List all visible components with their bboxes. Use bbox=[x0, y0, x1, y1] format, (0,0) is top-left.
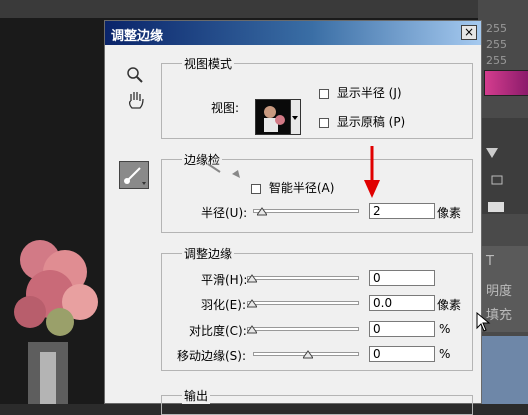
right-panel-value-3: 255 bbox=[486, 54, 507, 67]
right-panel-label-1: T bbox=[486, 254, 494, 269]
show-original-checkbox[interactable] bbox=[319, 117, 329, 128]
show-radius-checkbox[interactable] bbox=[319, 88, 329, 99]
close-icon: × bbox=[463, 25, 475, 39]
show-radius-option[interactable]: 显示半径 (J) bbox=[319, 84, 402, 101]
contrast-input[interactable]: 0 bbox=[369, 321, 435, 337]
grid-icon bbox=[491, 175, 503, 185]
show-original-label: 显示原稿 (P) bbox=[336, 115, 406, 129]
feather-label: 羽化(E): bbox=[201, 298, 246, 312]
layer-thumbnail-area bbox=[480, 336, 528, 404]
mouse-cursor-icon bbox=[476, 312, 491, 332]
adjust-edge-legend: 调整边缘 bbox=[182, 245, 235, 262]
view-mode-group: 视图模式 bbox=[161, 55, 473, 139]
flower-image bbox=[14, 240, 98, 404]
shift-edge-label: 移动边缘(S): bbox=[177, 349, 247, 363]
view-mode-legend: 视图模式 bbox=[182, 55, 235, 72]
shift-edge-input[interactable]: 0 bbox=[369, 346, 435, 362]
dialog-title: 调整边缘 bbox=[111, 29, 164, 44]
radius-slider-thumb[interactable] bbox=[257, 207, 267, 216]
shift-edge-unit: % bbox=[439, 347, 451, 361]
radius-unit: 像素 bbox=[437, 206, 462, 220]
panel-box-icon bbox=[488, 202, 504, 212]
radius-input[interactable]: 2 bbox=[369, 203, 435, 219]
output-legend: 输出 bbox=[182, 387, 211, 404]
contrast-unit: % bbox=[439, 322, 451, 336]
show-radius-label: 显示半径 (J) bbox=[336, 86, 402, 100]
refine-radius-tool[interactable] bbox=[119, 161, 149, 189]
view-label: 视图: bbox=[211, 101, 240, 115]
annotation-arrow bbox=[364, 146, 380, 198]
color-swatch[interactable] bbox=[484, 70, 528, 96]
panel-icons bbox=[486, 148, 504, 212]
smooth-input[interactable]: 0 bbox=[369, 270, 435, 286]
dialog-titlebar[interactable]: 调整边缘 × bbox=[105, 21, 481, 45]
refine-radius-brush-icon bbox=[124, 167, 146, 185]
feather-unit: 像素 bbox=[437, 298, 462, 312]
view-dropdown[interactable] bbox=[291, 99, 301, 135]
smart-radius-option[interactable]: 智能半径(A) bbox=[251, 179, 334, 196]
smooth-slider[interactable] bbox=[247, 276, 359, 280]
right-panel-label-2: 明度 bbox=[486, 284, 513, 299]
refine-edge-dialog: 调整边缘 × 视图模式 视图: 显示半径 (J) 显示原稿 (P) 边缘检 智能… bbox=[104, 20, 482, 415]
panel-controls bbox=[480, 118, 528, 214]
contrast-slider-thumb[interactable] bbox=[247, 325, 257, 334]
feather-slider[interactable] bbox=[247, 301, 359, 305]
hand-icon[interactable] bbox=[125, 89, 147, 111]
smart-radius-label: 智能半径(A) bbox=[268, 181, 335, 195]
top-strip bbox=[0, 0, 528, 18]
zoom-icon[interactable] bbox=[125, 65, 145, 85]
feather-input[interactable]: 0.0 bbox=[369, 295, 435, 311]
right-panel-value-1: 255 bbox=[486, 22, 507, 35]
contrast-slider[interactable] bbox=[247, 327, 359, 331]
brush-cursor-ghost bbox=[207, 163, 240, 178]
dropdown-arrow-icon bbox=[292, 116, 298, 120]
output-group: 输出 bbox=[161, 387, 473, 415]
smart-radius-checkbox[interactable] bbox=[251, 183, 261, 194]
radius-label: 半径(U): bbox=[201, 206, 248, 220]
close-button[interactable]: × bbox=[461, 25, 477, 40]
show-original-option[interactable]: 显示原稿 (P) bbox=[319, 113, 405, 130]
shift-edge-slider-thumb[interactable] bbox=[303, 350, 313, 359]
smooth-slider-thumb[interactable] bbox=[247, 274, 257, 283]
right-panel-value-2: 255 bbox=[486, 38, 507, 51]
contrast-label: 对比度(C): bbox=[189, 324, 247, 338]
radius-slider[interactable] bbox=[253, 209, 359, 213]
triangle-icon bbox=[486, 148, 498, 158]
view-thumbnail-image bbox=[256, 100, 290, 134]
view-thumbnail[interactable] bbox=[255, 99, 291, 135]
smooth-label: 平滑(H): bbox=[201, 273, 248, 287]
feather-slider-thumb[interactable] bbox=[247, 299, 257, 308]
